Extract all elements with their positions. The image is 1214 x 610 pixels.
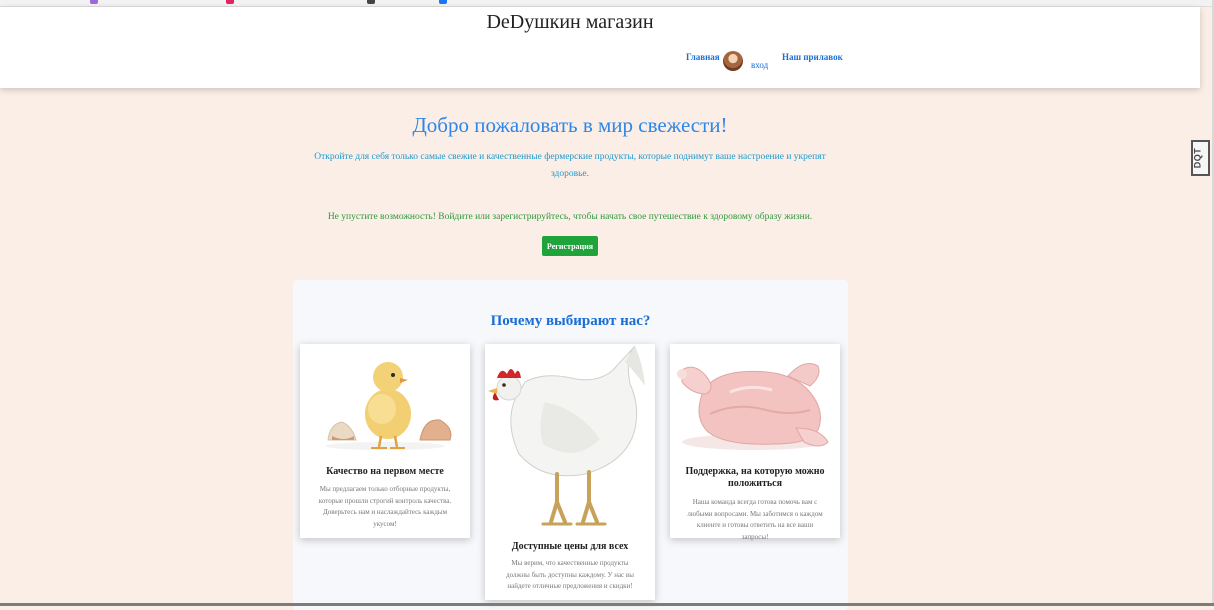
hen-icon	[488, 345, 645, 526]
hero-title: Добро пожаловать в мир свежести!	[412, 113, 728, 137]
bookmark-favicon[interactable]	[90, 0, 98, 4]
chick-icon	[325, 362, 452, 450]
card-title: Качество на первом месте	[326, 466, 444, 477]
why-choose-us-section: Почему выбирают нас? Качество на первом …	[293, 280, 848, 610]
nav-link-home[interactable]: Главная	[686, 52, 720, 62]
side-extension-tab[interactable]: DQT	[1191, 140, 1210, 176]
cta-text: Не упустите возможность! Войдите или зар…	[327, 212, 813, 222]
card-title: Доступные цены для всех	[511, 541, 629, 552]
avatar[interactable]	[723, 51, 743, 71]
card-title: Поддержка, на которую можно положиться	[685, 466, 825, 489]
feature-card-support: Поддержка, на которую можно положиться Н…	[670, 344, 840, 541]
browser-toolbar-strip	[0, 0, 1214, 7]
instagram-favicon[interactable]	[226, 0, 234, 4]
facebook-favicon[interactable]	[439, 0, 447, 4]
hero-subtitle: Откройте для себя только самые свежие и …	[314, 152, 826, 179]
site-header: DeDушкин магазин Главная вход Наш прилав…	[0, 7, 1200, 88]
register-button[interactable]: Регистрация	[542, 236, 598, 256]
bookmark-favicon[interactable]	[367, 0, 375, 4]
nav-link-login[interactable]: вход	[751, 60, 768, 70]
side-tab-label: DQT	[1192, 147, 1203, 169]
feature-card-quality: Качество на первом месте Мы предлагаем т…	[300, 344, 470, 538]
section-title: Почему выбирают нас?	[490, 313, 651, 329]
card-text: Мы предлагаем только отборные продукты, …	[318, 485, 452, 528]
card-text: Мы верим, что качественные продукты долж…	[506, 559, 634, 590]
raw-chicken-icon	[677, 363, 829, 450]
feature-card-prices: Доступные цены для всех Мы верим, что ка…	[485, 344, 655, 600]
card-text: Наша команда всегда готова помочь вам с …	[687, 498, 823, 541]
nav-link-stall[interactable]: Наш прилавок	[782, 52, 843, 62]
site-title: DeDушкин магазин	[486, 11, 654, 33]
